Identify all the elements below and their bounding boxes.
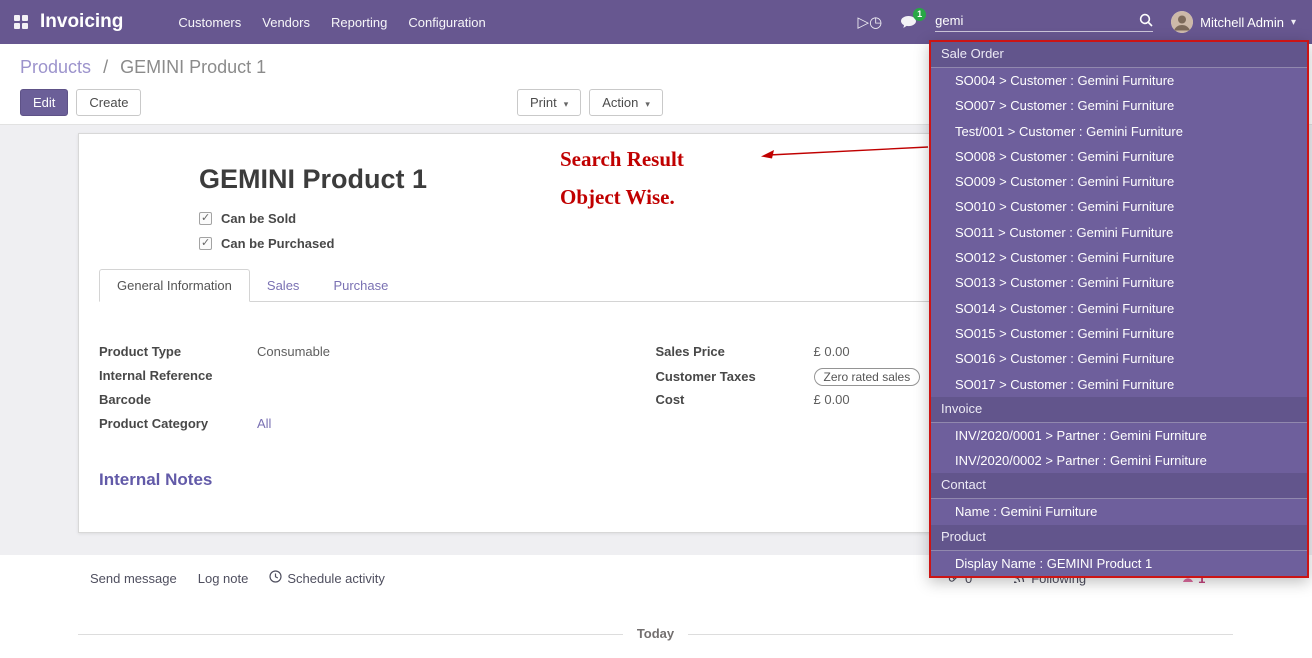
search-group-product: Product Display Name : GEMINI Product 1 [931, 525, 1307, 576]
search-group-header: Contact [931, 473, 1307, 499]
product-type-label: Product Type [99, 344, 257, 359]
breadcrumb: Products / GEMINI Product 1 [20, 57, 266, 78]
can-be-purchased-checkbox[interactable] [199, 237, 212, 250]
search-result-item[interactable]: SO012 > Customer : Gemini Furniture [931, 245, 1307, 270]
search-result-item[interactable]: SO004 > Customer : Gemini Furniture [931, 68, 1307, 93]
search-result-item[interactable]: SO013 > Customer : Gemini Furniture [931, 270, 1307, 295]
search-result-item[interactable]: Name : Gemini Furniture [931, 499, 1307, 524]
internal-reference-label: Internal Reference [99, 368, 257, 383]
edit-button[interactable]: Edit [20, 89, 68, 116]
breadcrumb-current: GEMINI Product 1 [120, 57, 266, 77]
menu-item[interactable]: Customers [178, 15, 241, 30]
search-group-sale-order: Sale Order SO004 > Customer : Gemini Fur… [931, 42, 1307, 397]
search-results-dropdown: Sale Order SO004 > Customer : Gemini Fur… [929, 40, 1309, 578]
search-result-item[interactable]: SO014 > Customer : Gemini Furniture [931, 296, 1307, 321]
annotation-text: Search Result Object Wise. [560, 147, 684, 210]
today-divider: Today [78, 625, 1233, 643]
search-result-item[interactable]: SO008 > Customer : Gemini Furniture [931, 144, 1307, 169]
search-result-item[interactable]: SO007 > Customer : Gemini Furniture [931, 93, 1307, 118]
schedule-activity-label: Schedule activity [287, 571, 385, 586]
field-column-left: Product Type Consumable Internal Referen… [99, 344, 656, 440]
send-message-button[interactable]: Send message [90, 570, 177, 586]
search-result-item[interactable]: SO017 > Customer : Gemini Furniture [931, 372, 1307, 397]
search-icon[interactable] [1139, 13, 1153, 27]
product-type-row: Product Type Consumable [99, 344, 616, 363]
search-group-invoice: Invoice INV/2020/0001 > Partner : Gemini… [931, 397, 1307, 474]
record-buttons: Edit Create [20, 89, 141, 116]
tab-sales[interactable]: Sales [250, 270, 317, 301]
action-label: Action [602, 95, 638, 110]
barcode-label: Barcode [99, 392, 257, 407]
tab-general-information[interactable]: General Information [99, 269, 250, 302]
can-be-sold-checkbox[interactable] [199, 212, 212, 225]
product-category-row: Product Category All [99, 416, 616, 435]
schedule-activity-button[interactable]: Schedule activity [269, 570, 385, 586]
search-result-item[interactable]: INV/2020/0001 > Partner : Gemini Furnitu… [931, 423, 1307, 448]
barcode-row: Barcode [99, 392, 616, 411]
caret-down-icon: ▾ [1291, 17, 1296, 28]
messages-icon[interactable]: 1 [900, 15, 917, 30]
product-type-value: Consumable [257, 344, 330, 359]
print-label: Print [530, 95, 557, 110]
search-result-item[interactable]: SO016 > Customer : Gemini Furniture [931, 346, 1307, 371]
breadcrumb-separator: / [103, 57, 108, 77]
breadcrumb-products-link[interactable]: Products [20, 57, 91, 77]
clock-icon [269, 570, 282, 586]
print-button[interactable]: Print ▾ [517, 89, 581, 116]
action-buttons: Print ▾ Action ▾ [517, 89, 663, 116]
search-result-item[interactable]: Test/001 > Customer : Gemini Furniture [931, 119, 1307, 144]
customer-taxes-label: Customer Taxes [656, 369, 814, 384]
can-be-purchased-label: Can be Purchased [221, 236, 334, 251]
nav-right: ▷︎​◷ 1 Mitchell Admin [858, 11, 1296, 33]
sales-price-label: Sales Price [656, 344, 814, 359]
user-menu[interactable]: Mitchell Admin ▾ [1171, 11, 1296, 33]
create-button[interactable]: Create [76, 89, 141, 116]
search-result-item[interactable]: SO015 > Customer : Gemini Furniture [931, 321, 1307, 346]
product-category-value[interactable]: All [257, 416, 271, 431]
app-name[interactable]: Invoicing [40, 11, 123, 33]
cost-value: £ 0.00 [814, 392, 850, 407]
search-result-item[interactable]: Display Name : GEMINI Product 1 [931, 551, 1307, 576]
cost-label: Cost [656, 392, 814, 407]
annotation-arrow [757, 141, 932, 165]
internal-reference-row: Internal Reference [99, 368, 616, 387]
search-group-header: Product [931, 525, 1307, 551]
search-input[interactable] [935, 13, 1139, 28]
main-menu: Customers Vendors Reporting Configuration [178, 15, 485, 30]
annotation-line-1: Search Result [560, 147, 684, 172]
action-button[interactable]: Action ▾ [589, 89, 663, 116]
screen: Invoicing Customers Vendors Reporting Confi… [0, 0, 1312, 658]
customer-taxes-tag: Zero rated sales [814, 368, 921, 386]
menu-item[interactable]: Vendors [262, 15, 310, 30]
nav-search [935, 13, 1153, 32]
caret-down-icon: ▾ [564, 99, 569, 109]
activities-clock-icon[interactable]: ▷︎​◷ [858, 15, 883, 30]
search-group-contact: Contact Name : Gemini Furniture [931, 473, 1307, 524]
caret-down-icon: ▾ [645, 99, 650, 109]
log-note-button[interactable]: Log note [198, 570, 249, 586]
top-navbar: Invoicing Customers Vendors Reporting Confi… [0, 0, 1312, 44]
search-result-item[interactable]: INV/2020/0002 > Partner : Gemini Furnitu… [931, 448, 1307, 473]
search-group-header: Invoice [931, 397, 1307, 423]
menu-item[interactable]: Configuration [408, 15, 485, 30]
menu-item[interactable]: Reporting [331, 15, 387, 30]
search-result-item[interactable]: SO010 > Customer : Gemini Furniture [931, 194, 1307, 219]
avatar [1171, 11, 1193, 33]
search-result-item[interactable]: SO009 > Customer : Gemini Furniture [931, 169, 1307, 194]
search-group-header: Sale Order [931, 42, 1307, 68]
product-category-label: Product Category [99, 416, 257, 431]
can-be-sold-label: Can be Sold [221, 211, 296, 226]
message-count-badge: 1 [913, 8, 926, 21]
search-result-item[interactable]: SO011 > Customer : Gemini Furniture [931, 220, 1307, 245]
user-name: Mitchell Admin [1200, 15, 1284, 30]
apps-menu-icon[interactable] [14, 15, 28, 29]
today-label: Today [623, 626, 688, 641]
tab-purchase[interactable]: Purchase [316, 270, 405, 301]
sales-price-value: £ 0.00 [814, 344, 850, 359]
annotation-line-2: Object Wise. [560, 185, 684, 210]
